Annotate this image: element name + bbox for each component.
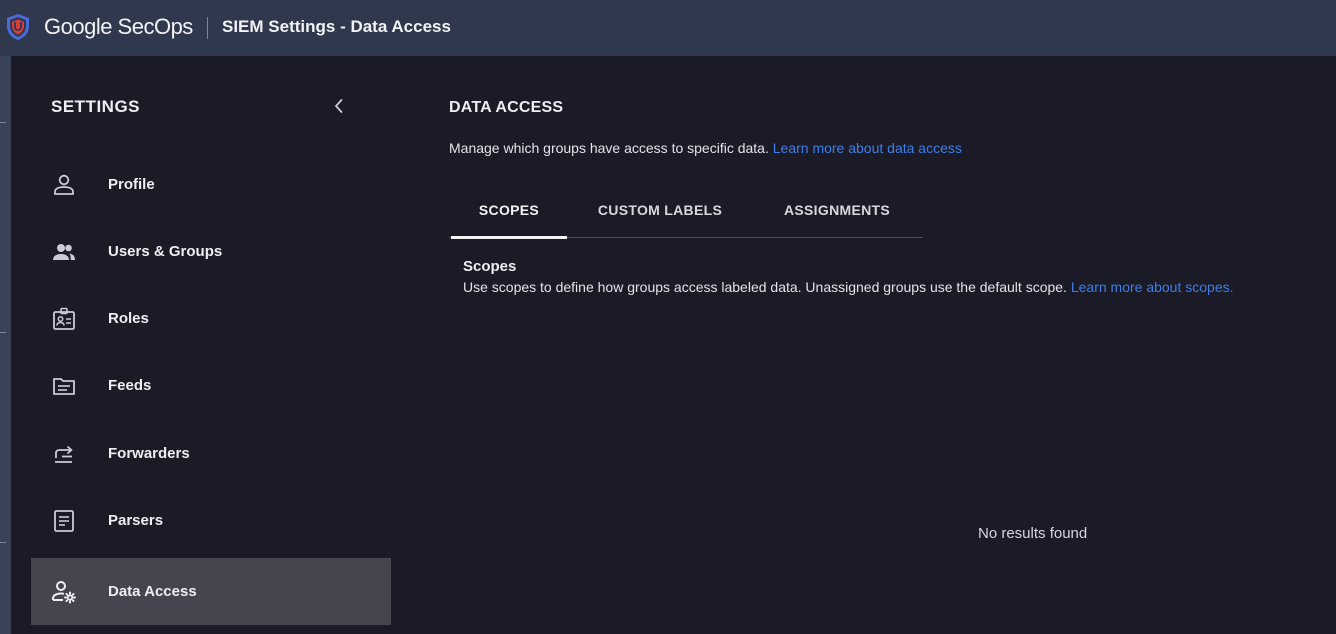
settings-sidebar: SETTINGS Profile Users & Groups Roles Fe…: [11, 56, 401, 634]
sidebar-item-parsers[interactable]: Parsers: [31, 487, 391, 554]
sidebar-item-label: Parsers: [108, 512, 164, 529]
page-title: SIEM Settings - Data Access: [222, 17, 451, 36]
app-header: Google SecOps SIEM Settings - Data Acces…: [0, 0, 1336, 56]
brand-name: Google SecOps: [44, 14, 193, 39]
chevron-left-icon[interactable]: [327, 94, 351, 118]
rail-tick: [0, 542, 6, 543]
sidebar-item-data-access[interactable]: Data Access: [31, 558, 391, 625]
group-icon: [53, 244, 75, 260]
tab-assignments[interactable]: ASSIGNMENTS: [767, 182, 907, 237]
learn-more-scopes-link[interactable]: Learn more about scopes.: [1071, 279, 1234, 295]
user-gear-icon: [52, 581, 76, 604]
sidebar-item-label: Roles: [108, 310, 149, 327]
tab-custom-labels[interactable]: CUSTOM LABELS: [587, 182, 733, 237]
forward-icon: [55, 445, 73, 463]
sidebar-item-label: Profile: [108, 176, 155, 193]
badge-icon: [53, 307, 75, 330]
header-divider: [207, 17, 208, 39]
tab-bar: SCOPES CUSTOM LABELS ASSIGNMENTS: [449, 182, 923, 239]
tab-scopes[interactable]: SCOPES: [451, 182, 567, 239]
main-content: DATA ACCESS Manage which groups have acc…: [401, 56, 1336, 634]
sidebar-item-label: Users & Groups: [108, 243, 223, 260]
sidebar-item-roles[interactable]: Roles: [31, 285, 391, 352]
sidebar-item-feeds[interactable]: Feeds: [31, 352, 391, 419]
rail-tick: [0, 122, 6, 123]
sidebar-item-forwarders[interactable]: Forwarders: [31, 420, 391, 487]
scopes-description-text: Use scopes to define how groups access l…: [463, 279, 1067, 295]
document-icon: [54, 510, 74, 532]
description-text: Manage which groups have access to speci…: [449, 140, 769, 156]
feed-icon: [53, 378, 75, 395]
section-title: DATA ACCESS: [449, 99, 564, 116]
scopes-description: Use scopes to define how groups access l…: [463, 279, 1234, 295]
secops-shield-logo-icon[interactable]: [6, 13, 30, 41]
rail-tick: [0, 332, 6, 333]
sidebar-item-label: Data Access: [108, 583, 197, 600]
sidebar-item-users-groups[interactable]: Users & Groups: [31, 218, 391, 285]
sidebar-item-label: Feeds: [108, 377, 152, 394]
sidebar-item-profile[interactable]: Profile: [31, 151, 391, 218]
learn-more-data-access-link[interactable]: Learn more about data access: [773, 140, 962, 156]
sidebar-heading: SETTINGS: [51, 97, 141, 116]
empty-state-message: No results found: [978, 525, 1088, 542]
scopes-heading: Scopes: [463, 258, 517, 275]
person-icon: [54, 174, 74, 195]
section-description: Manage which groups have access to speci…: [449, 140, 962, 156]
sidebar-item-label: Forwarders: [108, 445, 190, 462]
left-rail: [0, 56, 11, 634]
